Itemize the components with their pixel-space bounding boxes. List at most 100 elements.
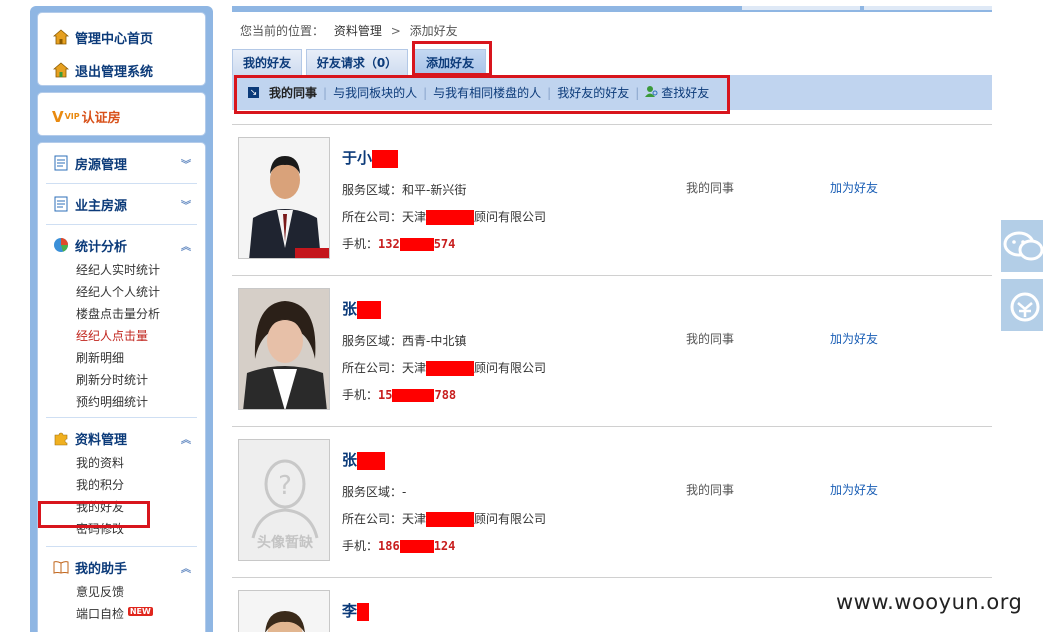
service-area: 服务区域：西青-中北镇 [342,332,466,349]
group-head-statistics[interactable]: 统计分析 ︽ [38,231,205,259]
avatar-placeholder[interactable]: ? 头像暂缺 [238,439,330,561]
divider [46,183,197,184]
company-post: 顾问有限公司 [474,210,547,224]
nav-item[interactable]: 刷新分时统计 [38,369,205,391]
redaction-mask [357,300,382,319]
relation-label: 我的同事 [686,332,735,346]
book-icon [52,559,70,575]
group-head-profile[interactable]: 资料管理 ︽ [38,424,205,452]
phone-pre: 186 [378,539,400,553]
top-accent-bar [232,6,992,12]
home-label: 管理中心首页 [75,31,154,47]
chevron-up-icon[interactable]: ︽ [181,238,191,253]
nav-item[interactable]: 意见反馈 [38,581,205,603]
redaction-mask [426,210,475,225]
vip-label: 认证房 [81,111,121,126]
group-owner-house: 业主房源 ︾ [38,190,205,218]
breadcrumb: 您当前的位置： 资料管理 > 添加好友 [240,22,458,39]
group-house-manage: 房源管理 ︾ [38,149,205,177]
breadcrumb-level2: 添加好友 [409,24,458,38]
group-title: 资料管理 [75,432,128,448]
vip-tag: VIP [64,112,80,121]
nav-item[interactable]: 刷新明细 [38,347,205,369]
new-badge: NEW [127,607,153,616]
redaction-mask [357,602,370,621]
avatar[interactable] [238,288,330,410]
company-pre: 天津 [402,210,427,224]
service-area-value: 和平-新兴街 [402,183,467,197]
add-friend-link[interactable]: 加为好友 [830,481,878,498]
tab-friend-requests[interactable]: 好友请求（0） [306,49,408,75]
company-post: 顾问有限公司 [474,512,547,526]
colleague-name[interactable]: 李 [342,600,370,621]
chevron-down-icon[interactable]: ︾ [181,156,191,171]
sidebar: 管理中心首页 退出管理系统 V VIP 认证房 房源管理 ︾ 业主房源 ︾ 统计… [30,6,213,632]
colleague-card: 张 服务区域：西青-中北镇 所在公司：天津 顾问有限公司 手机：15 788 我的同… [232,276,992,427]
chat-float-button[interactable] [1001,220,1043,272]
pie-chart-icon [52,237,70,253]
phone: 手机：186 124 [342,537,455,554]
colleague-name-text: 张 [342,300,358,318]
document-icon [52,196,70,212]
vip-v-icon: V [52,107,64,126]
breadcrumb-level1[interactable]: 资料管理 [334,24,382,38]
nav-item[interactable]: 经纪人个人统计 [38,281,205,303]
colleague-name-text: 于小 [342,149,373,167]
group-statistics: 统计分析 ︽ 经纪人实时统计 经纪人个人统计 楼盘点击量分析 经纪人点击量 刷新… [38,231,205,413]
divider [46,224,197,225]
divider [46,417,197,418]
redaction-mask [372,149,399,168]
company: 所在公司：天津 顾问有限公司 [342,510,546,527]
tab-my-friends[interactable]: 我的好友 [232,49,302,75]
logout-icon [52,62,70,78]
group-assistant: 我的助手 ︽ 意见反馈 端口自检 NEW [38,553,205,625]
feedback-float-button[interactable] [1001,279,1043,331]
group-head-owner-house[interactable]: 业主房源 ︾ [38,190,205,218]
company: 所在公司：天津 顾问有限公司 [342,208,546,225]
vip-link[interactable]: V VIP 认证房 [38,107,205,127]
nav-item[interactable]: 楼盘点击量分析 [38,303,205,325]
add-friend-link[interactable]: 加为好友 [830,330,878,347]
nav-item[interactable]: 端口自检 NEW [38,603,205,625]
nav-item-active[interactable]: 经纪人点击量 [38,325,205,347]
avatar[interactable] [238,137,330,259]
avatar[interactable] [238,590,330,632]
service-area: 服务区域：- [342,483,406,500]
service-area-label: 服务区域： [342,334,403,348]
colleague-name-text: 李 [342,602,358,620]
colleague-name[interactable]: 张 [342,298,382,319]
chevron-up-icon[interactable]: ︽ [181,560,191,575]
group-title: 统计分析 [75,239,128,255]
avatar-placeholder-text: 头像暂缺 [257,535,313,551]
chevron-up-icon[interactable]: ︽ [181,431,191,446]
home-link[interactable]: 管理中心首页 [38,23,205,51]
colleague-name[interactable]: 于小 [342,147,399,168]
chevron-down-icon[interactable]: ︾ [181,197,191,212]
group-title: 业主房源 [75,198,128,214]
nav-item[interactable]: 我的资料 [38,452,205,474]
nav-item-label: 端口自检 [76,607,125,621]
watermark: www.wooyun.org [836,590,1023,614]
service-area-label: 服务区域： [342,485,403,499]
nav-item[interactable]: 我的积分 [38,474,205,496]
add-friend-link[interactable]: 加为好友 [830,179,878,196]
redaction-mask [426,361,475,376]
vip-panel: V VIP 认证房 [37,92,206,136]
logout-link[interactable]: 退出管理系统 [38,56,205,84]
nav-item[interactable]: 经纪人实时统计 [38,259,205,281]
phone-pre: 132 [378,237,400,251]
group-head-assistant[interactable]: 我的助手 ︽ [38,553,205,581]
colleague-name-text: 张 [342,451,358,469]
service-area-label: 服务区域： [342,183,403,197]
colleague-card: 于小 服务区域：和平-新兴街 所在公司：天津 顾问有限公司 手机：132 574 我… [232,125,992,276]
company-pre: 天津 [402,361,427,375]
colleague-name[interactable]: 张 [342,449,386,470]
company-pre: 天津 [402,512,427,526]
phone-label: 手机： [342,539,379,553]
group-title: 房源管理 [75,157,128,173]
nav-item[interactable]: 预约明细统计 [38,391,205,413]
redaction-mask [392,389,435,402]
breadcrumb-sep: > [390,24,401,38]
company-label: 所在公司： [342,361,403,375]
group-head-house-manage[interactable]: 房源管理 ︾ [38,149,205,177]
